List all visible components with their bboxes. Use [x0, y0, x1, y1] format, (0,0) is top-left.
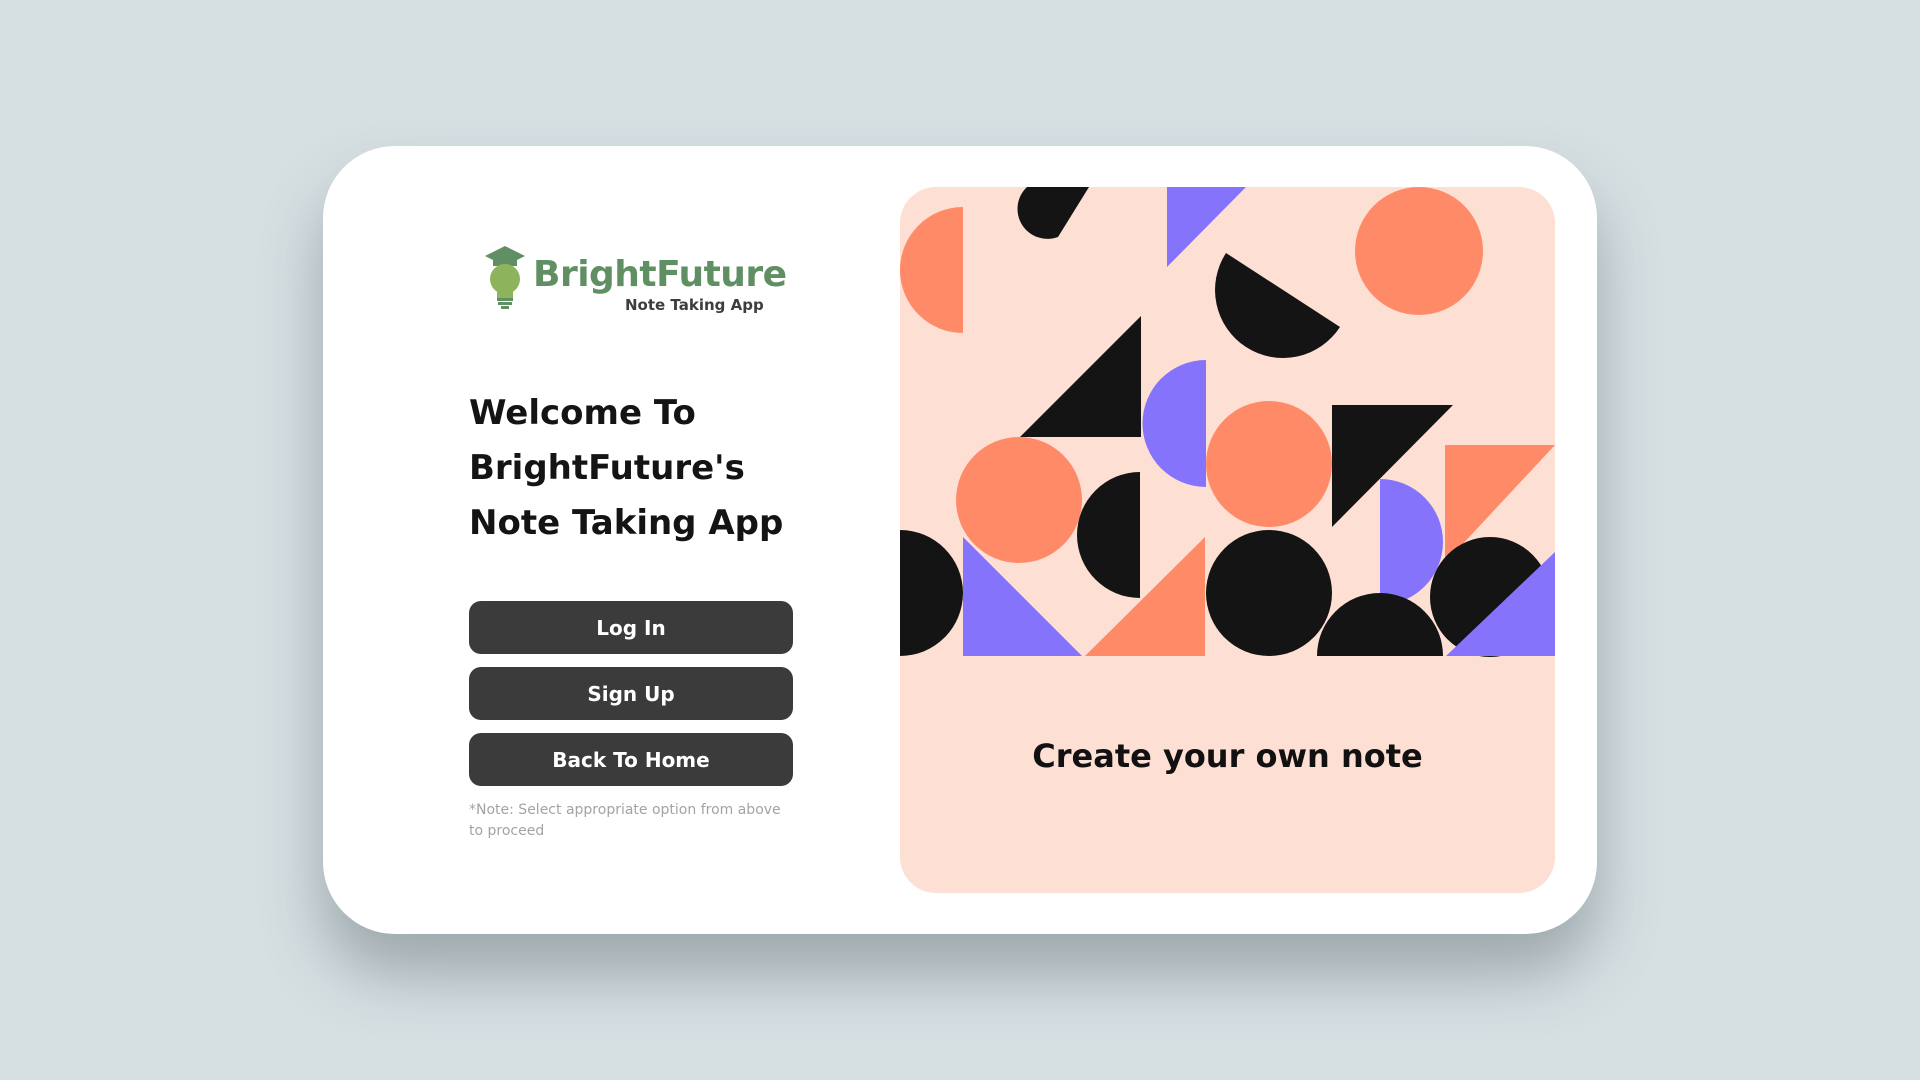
- back-to-home-button[interactable]: Back To Home: [469, 733, 793, 786]
- illustration-panel: Create your own note: [900, 187, 1555, 893]
- welcome-line-3: Note Taking App: [469, 503, 784, 543]
- geometric-pattern-illustration: [900, 187, 1555, 657]
- welcome-line-1: Welcome To: [469, 393, 696, 433]
- signup-button[interactable]: Sign Up: [469, 667, 793, 720]
- panel-tagline: Create your own note: [1032, 737, 1423, 775]
- brand-logo: BrightFuture Note Taking App: [483, 244, 787, 318]
- welcome-line-2: BrightFuture's: [469, 448, 745, 488]
- login-button[interactable]: Log In: [469, 601, 793, 654]
- welcome-heading: Welcome To BrightFuture's Note Taking Ap…: [469, 386, 829, 551]
- logo-subtitle: Note Taking App: [625, 296, 764, 314]
- welcome-card: BrightFuture Note Taking App Welcome To …: [323, 146, 1597, 934]
- logo-name: BrightFuture: [533, 254, 787, 295]
- graduation-lightbulb-icon: [485, 246, 525, 309]
- instruction-note: *Note: Select appropriate option from ab…: [469, 802, 781, 839]
